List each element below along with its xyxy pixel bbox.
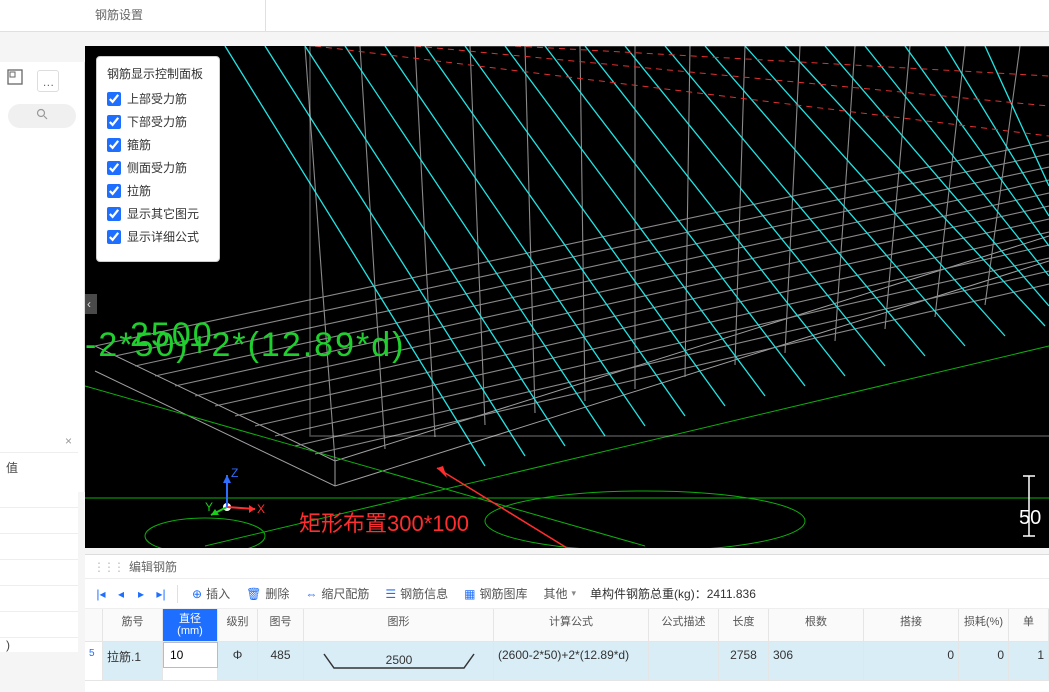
- table-row[interactable]: 5 拉筋.1 Φ 485 2500 (2600-2*50)+2*(12.89*d…: [85, 642, 1049, 681]
- left-nav: …: [0, 62, 85, 492]
- pane2-row[interactable]: [0, 534, 78, 560]
- cp-label: 显示详细公式: [127, 228, 199, 245]
- cp-label: 箍筋: [127, 136, 151, 153]
- pane2-row[interactable]: [0, 612, 78, 638]
- col-formula[interactable]: 计算公式: [494, 609, 649, 641]
- cp-label: 拉筋: [127, 182, 151, 199]
- col-single[interactable]: 单: [1009, 609, 1049, 641]
- pane2-header: ×: [0, 430, 78, 453]
- cp-option-4[interactable]: 拉筋: [107, 182, 209, 199]
- info-button[interactable]: ☰钢筋信息: [379, 582, 454, 605]
- cell-loss[interactable]: 0: [959, 642, 1009, 680]
- cp-checkbox[interactable]: [107, 161, 121, 175]
- panel-header-title: 编辑钢筋: [129, 558, 177, 575]
- pane2-label: 值: [0, 453, 78, 482]
- cp-option-0[interactable]: 上部受力筋: [107, 90, 209, 107]
- pane2-row[interactable]: [0, 508, 78, 534]
- vp-right-dim: 50: [1019, 507, 1041, 529]
- cell-dia[interactable]: [163, 642, 218, 680]
- cell-lap[interactable]: 0: [864, 642, 959, 680]
- col-loss[interactable]: 损耗(%): [959, 609, 1009, 641]
- cp-checkbox[interactable]: [107, 138, 121, 152]
- vp-formula-b: -2*50)+2*(12.89*d): [85, 326, 405, 364]
- search-icon[interactable]: [8, 104, 76, 128]
- cp-label: 下部受力筋: [127, 113, 187, 130]
- last-icon[interactable]: ▸|: [153, 587, 169, 601]
- next-icon[interactable]: ▸: [133, 587, 149, 601]
- top-bar: 钢筋设置: [0, 0, 1049, 32]
- cell-shape[interactable]: 2500: [304, 642, 494, 680]
- col-shape[interactable]: 图形: [304, 609, 494, 641]
- cell-single[interactable]: 1: [1009, 642, 1049, 680]
- col-lap[interactable]: 搭接: [864, 609, 959, 641]
- cp-checkbox[interactable]: [107, 92, 121, 106]
- cp-option-2[interactable]: 箍筋: [107, 136, 209, 153]
- insert-button[interactable]: ⊕插入: [186, 582, 236, 605]
- svg-text:2500: 2500: [385, 653, 412, 667]
- pane2-paren: ): [0, 638, 78, 652]
- cp-checkbox[interactable]: [107, 184, 121, 198]
- col-fig[interactable]: 图号: [258, 609, 304, 641]
- cp-label: 显示其它图元: [127, 205, 199, 222]
- col-num: [85, 609, 103, 641]
- rebar-control-panel[interactable]: 钢筋显示控制面板 上部受力筋下部受力筋箍筋侧面受力筋拉筋显示其它图元显示详细公式: [96, 56, 220, 262]
- cp-label: 上部受力筋: [127, 90, 187, 107]
- cell-qty[interactable]: 306: [769, 642, 864, 680]
- cp-option-5[interactable]: 显示其它图元: [107, 205, 209, 222]
- cell-fig[interactable]: 485: [258, 642, 304, 680]
- cp-checkbox[interactable]: [107, 207, 121, 221]
- panel-title: 钢筋显示控制面板: [107, 65, 209, 82]
- left-pane2: × 值 ): [0, 430, 78, 652]
- grip-icon: ⋮⋮⋮: [93, 560, 123, 574]
- close-icon[interactable]: ×: [65, 434, 72, 448]
- layout-icon[interactable]: [4, 68, 26, 90]
- total-weight-label: 单构件钢筋总重(kg)：2411.836: [590, 585, 756, 602]
- dia-input[interactable]: [163, 642, 218, 668]
- ruler-button[interactable]: ⇔缩尺配筋: [299, 582, 375, 605]
- cp-checkbox[interactable]: [107, 115, 121, 129]
- cell-num: 5: [85, 642, 103, 680]
- rebar-grid: 筋号 直径 (mm) 级别 图号 图形 计算公式 公式描述 长度 根数 搭接 损…: [85, 609, 1049, 681]
- pane2-row[interactable]: [0, 560, 78, 586]
- first-icon[interactable]: |◂: [93, 587, 109, 601]
- cell-formula[interactable]: (2600-2*50)+2*(12.89*d): [494, 642, 649, 680]
- col-qty[interactable]: 根数: [769, 609, 864, 641]
- panel-header[interactable]: ⋮⋮⋮ 编辑钢筋: [85, 555, 1049, 579]
- col-len[interactable]: 长度: [719, 609, 769, 641]
- top-title: 钢筋设置: [95, 6, 143, 23]
- grid-header: 筋号 直径 (mm) 级别 图号 图形 计算公式 公式描述 长度 根数 搭接 损…: [85, 609, 1049, 642]
- other-dropdown[interactable]: 其他▾: [537, 582, 582, 605]
- more-icon[interactable]: …: [37, 70, 59, 92]
- cp-option-6[interactable]: 显示详细公式: [107, 228, 209, 245]
- pane2-row[interactable]: [0, 482, 78, 508]
- col-dia[interactable]: 直径 (mm): [163, 609, 218, 641]
- cp-checkbox[interactable]: [107, 230, 121, 244]
- col-name[interactable]: 筋号: [103, 609, 163, 641]
- prev-icon[interactable]: ◂: [113, 587, 129, 601]
- vp-red-note: 矩形布置300*100: [299, 511, 469, 536]
- col-grade[interactable]: 级别: [218, 609, 258, 641]
- cp-option-3[interactable]: 侧面受力筋: [107, 159, 209, 176]
- lib-button[interactable]: ▦钢筋图库: [458, 582, 533, 605]
- cp-option-1[interactable]: 下部受力筋: [107, 113, 209, 130]
- rebar-edit-panel: ⋮⋮⋮ 编辑钢筋 |◂ ◂ ▸ ▸| ⊕插入 🗑删除 ⇔缩尺配筋 ☰钢筋信息 ▦…: [85, 554, 1049, 692]
- top-sep: [265, 0, 266, 31]
- viewport-3d[interactable]: 2500 -2*50)+2*(12.89*d) 矩形布置300*100 50 ‹…: [85, 46, 1049, 548]
- cell-name[interactable]: 拉筋.1: [103, 642, 163, 680]
- delete-button[interactable]: 🗑删除: [240, 582, 295, 605]
- cp-label: 侧面受力筋: [127, 159, 187, 176]
- cell-grade[interactable]: Φ: [218, 642, 258, 680]
- cell-desc[interactable]: [649, 642, 719, 680]
- pane2-row[interactable]: [0, 586, 78, 612]
- col-desc[interactable]: 公式描述: [649, 609, 719, 641]
- rebar-toolbar: |◂ ◂ ▸ ▸| ⊕插入 🗑删除 ⇔缩尺配筋 ☰钢筋信息 ▦钢筋图库 其他▾ …: [85, 579, 1049, 609]
- cell-len[interactable]: 2758: [719, 642, 769, 680]
- svg-text:‹: ‹: [87, 297, 91, 311]
